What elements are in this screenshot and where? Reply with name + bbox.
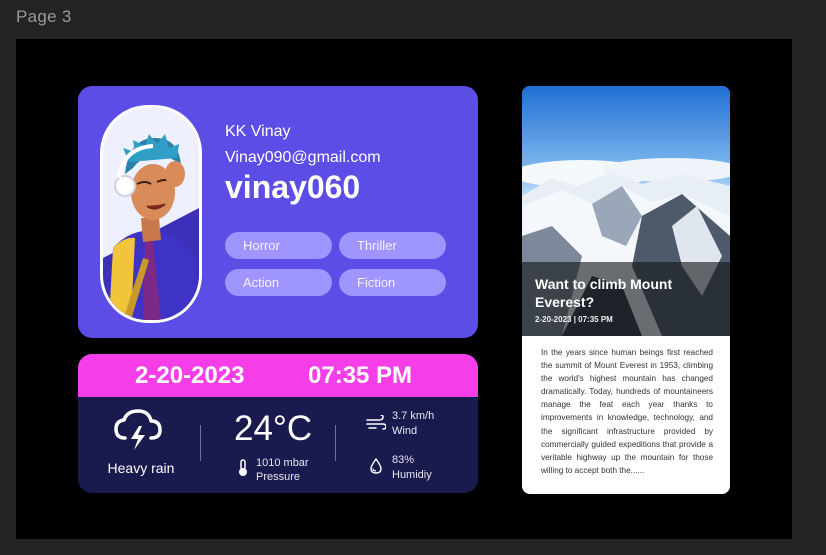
pressure-label: Pressure	[256, 471, 301, 483]
weather-condition: Heavy rain	[107, 460, 175, 476]
pressure-readout: 1010 mbar Pressure	[256, 456, 309, 484]
genre-tag-horror[interactable]: Horror	[225, 232, 332, 259]
divider	[200, 425, 201, 461]
humidity-value: 83%	[392, 454, 415, 466]
weather-temperature: 24°C	[234, 409, 313, 448]
profile-card[interactable]: KK Vinay Vinay090@gmail.com vinay060 Hor…	[78, 86, 478, 338]
genre-tag-fiction[interactable]: Fiction	[339, 269, 446, 296]
artboard: KK Vinay Vinay090@gmail.com vinay060 Hor…	[16, 39, 792, 539]
wind-label: Wind	[392, 425, 418, 437]
article-card[interactable]: Want to climb Mount Everest? 2-20-2023 |…	[522, 86, 730, 494]
profile-email: Vinay090@gmail.com	[225, 149, 381, 166]
pressure-value: 1010 mbar	[256, 457, 309, 469]
profile-name: KK Vinay	[225, 123, 291, 140]
article-date-time: 2-20-2023 | 07:35 PM	[535, 315, 613, 324]
humidity-readout: 83% Humidiy	[392, 453, 432, 483]
avatar-illustration	[103, 108, 199, 320]
humidity-drop-icon	[370, 458, 382, 474]
weather-header: 2-20-2023 07:35 PM	[78, 354, 478, 397]
weather-date: 2-20-2023	[135, 362, 245, 389]
article-body: In the years since human beings first re…	[541, 348, 713, 475]
profile-username: vinay060	[225, 169, 361, 205]
avatar	[100, 105, 202, 323]
divider	[335, 425, 336, 461]
genre-tag-action[interactable]: Action	[225, 269, 332, 296]
article-title[interactable]: Want to climb Mount Everest?	[535, 275, 720, 311]
humidity-label: Humidiy	[392, 469, 432, 481]
genre-tag-thriller[interactable]: Thriller	[339, 232, 446, 259]
weather-body: Heavy rain 24°C 1010 mbar Pressure 3.7 k…	[78, 397, 478, 493]
wind-value: 3.7 km/h	[392, 410, 435, 422]
weather-card[interactable]: 2-20-2023 07:35 PM Heavy rain 24°C 1010 …	[78, 354, 478, 493]
thermometer-icon	[239, 459, 247, 476]
weather-time: 07:35 PM	[308, 362, 413, 389]
page-label: Page 3	[16, 7, 72, 26]
wind-icon	[366, 415, 386, 430]
wind-readout: 3.7 km/h Wind	[392, 409, 434, 439]
thunder-cloud-icon	[114, 409, 162, 450]
